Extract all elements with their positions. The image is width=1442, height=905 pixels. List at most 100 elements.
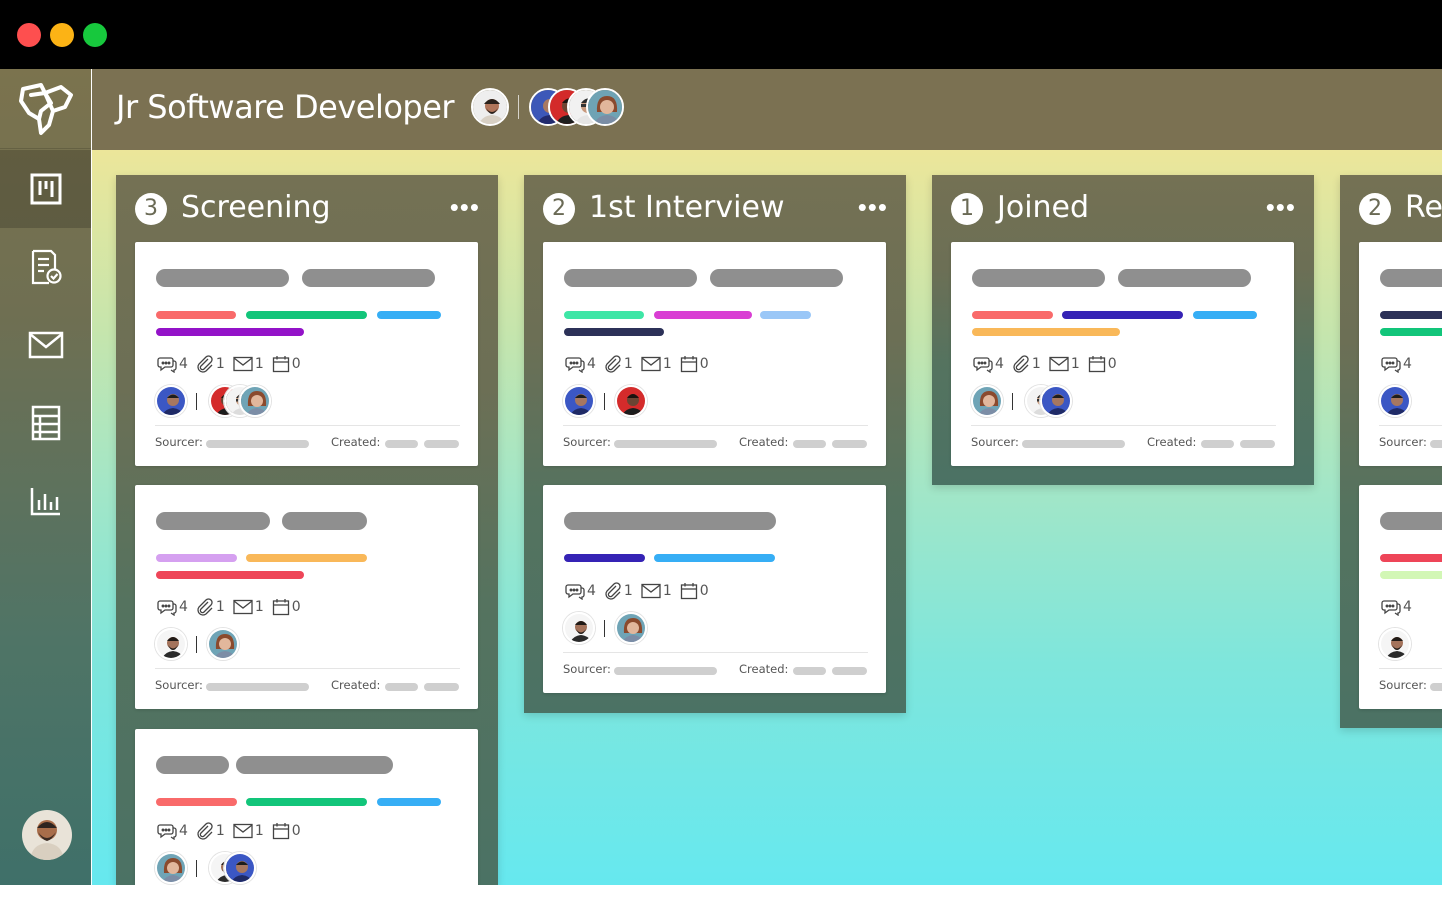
comment-count[interactable]: 4 [565,355,596,373]
candidate-card[interactable]: 4110 Sourcer: Created: [135,485,478,709]
candidate-avatar[interactable] [615,612,647,644]
candidate-avatar[interactable] [1040,385,1072,417]
event-count[interactable]: 0 [272,598,301,616]
user-profile-avatar[interactable] [22,810,72,860]
event-count[interactable]: 0 [272,822,301,840]
candidate-avatar[interactable] [1379,628,1411,660]
column-count-badge: 3 [135,193,167,225]
email-count[interactable]: 1 [641,583,672,599]
candidate-avatar[interactable] [155,628,187,660]
event-count[interactable]: 0 [272,355,301,373]
event-count[interactable]: 0 [1088,355,1117,373]
attachment-count[interactable]: 1 [1012,355,1041,373]
tag-pill [654,554,775,562]
comment-count[interactable]: 4 [157,598,188,616]
tag-pill [564,554,645,562]
card-footer: Sourcer: Created: [155,668,460,698]
tag-pill [564,328,664,336]
attachment-count[interactable]: 1 [196,598,225,616]
email-icon [233,599,253,615]
email-count[interactable]: 1 [1049,356,1080,372]
tr-logo-icon[interactable] [0,69,91,149]
email-count[interactable]: 1 [233,356,264,372]
sidebar-item-board[interactable] [0,150,91,228]
sidebar-item-tasks[interactable] [0,228,91,306]
candidate-avatar[interactable] [971,385,1003,417]
email-count[interactable]: 1 [233,599,264,615]
event-count[interactable]: 0 [680,355,709,373]
card-footer: Sourcer: Created: [563,652,868,682]
attachment-count[interactable]: 1 [604,355,633,373]
hiring-manager-avatar[interactable] [471,88,509,126]
sidebar-item-list[interactable] [0,384,91,462]
candidate-name-placeholder [1380,269,1442,287]
comment-count[interactable]: 4 [1381,598,1412,616]
candidate-avatar[interactable] [615,385,647,417]
column-title: Re [1405,190,1442,225]
candidate-avatar[interactable] [155,385,187,417]
candidate-card[interactable]: 4110 Sourcer: Created: [543,485,886,693]
candidate-name-placeholder [710,269,843,287]
candidate-card[interactable]: 4 Sourcer: [1359,485,1442,709]
candidate-avatar[interactable] [224,852,256,884]
job-header: Jr Software Developer [92,69,1442,150]
paperclip-icon [605,355,621,373]
calendar-icon [1088,356,1105,373]
comment-count[interactable]: 4 [565,582,596,600]
card-stats: 4 [1381,598,1418,616]
sourcer-placeholder [206,440,309,448]
candidate-avatar[interactable] [239,385,271,417]
team-member-avatar[interactable] [586,88,624,126]
candidate-avatar[interactable] [563,385,595,417]
candidate-avatar[interactable] [207,628,239,660]
title-bar [0,0,1442,69]
candidate-avatar[interactable] [563,612,595,644]
sidebar-item-reports[interactable] [0,462,91,540]
sourcer-placeholder [1430,683,1442,691]
paperclip-icon [1013,355,1029,373]
card-stats: 4110 [157,598,307,616]
attachment-count[interactable]: 1 [196,822,225,840]
column-title: Screening [181,190,331,225]
people-divider [604,393,605,410]
column-header: 1 Joined ••• [932,175,1314,242]
candidate-card[interactable]: 4110 Sourcer: Created: [543,242,886,466]
candidate-name-placeholder [564,512,776,530]
created-placeholder [1201,440,1234,448]
comment-count[interactable]: 4 [973,355,1004,373]
column-more-button[interactable]: ••• [450,191,480,223]
candidate-card[interactable]: 4110 Sourcer: Created: [951,242,1294,466]
candidate-card[interactable]: 4 Sourcer: [1359,242,1442,466]
comment-icon [565,584,585,600]
candidate-name-placeholder [282,512,367,530]
sidebar-item-messages[interactable] [0,306,91,384]
card-footer: Sourcer: Created: [155,425,460,455]
column-count-badge: 1 [951,193,983,225]
comment-count[interactable]: 4 [1381,355,1412,373]
comment-count[interactable]: 4 [157,355,188,373]
comment-icon [157,824,177,840]
email-count[interactable]: 1 [233,823,264,839]
column-more-button[interactable]: ••• [858,191,888,223]
attachment-count[interactable]: 1 [604,582,633,600]
minimize-window-button[interactable] [50,23,74,47]
event-count[interactable]: 0 [680,582,709,600]
comment-count[interactable]: 4 [157,822,188,840]
card-stats: 4110 [157,822,307,840]
column-more-button[interactable]: ••• [1266,191,1296,223]
candidate-avatar[interactable] [1379,385,1411,417]
list-icon [31,405,60,441]
candidate-card[interactable]: 4110 Sourcer: Created: [135,242,478,466]
email-count[interactable]: 1 [641,356,672,372]
tag-pill [972,328,1120,336]
candidate-avatar[interactable] [155,852,187,884]
tag-pill [377,798,441,806]
tag-pill [564,311,644,319]
attachment-count[interactable]: 1 [196,355,225,373]
candidate-card[interactable]: 4110 [135,729,478,885]
close-window-button[interactable] [17,23,41,47]
paperclip-icon [197,598,213,616]
candidate-name-placeholder [1118,269,1251,287]
created-placeholder [1240,440,1275,448]
maximize-window-button[interactable] [83,23,107,47]
